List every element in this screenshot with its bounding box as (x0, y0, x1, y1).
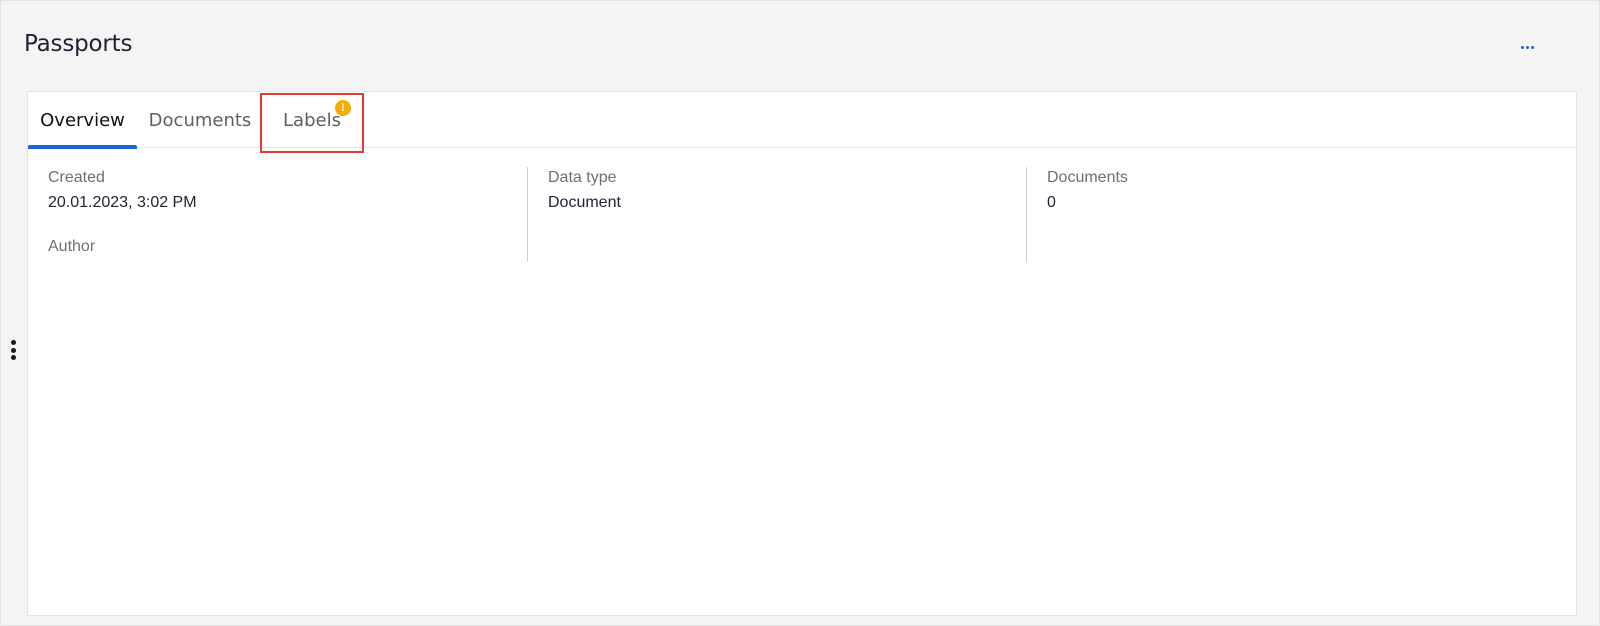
created-value: 20.01.2023, 3:02 PM (48, 194, 197, 211)
vertical-dots-icon-dot (10, 355, 16, 360)
overview-info: Created 20.01.2023, 3:02 PM Author Data … (28, 167, 1576, 262)
info-column-data-type: Data type Document (527, 167, 1026, 262)
created-label: Created (48, 169, 105, 186)
ellipsis-icon (1520, 45, 1524, 49)
info-column-created: Created 20.01.2023, 3:02 PM Author (28, 167, 527, 262)
documents-count: 0 (1047, 194, 1056, 211)
data-type-label: Data type (548, 169, 617, 186)
author-label: Author (48, 238, 96, 255)
vertical-dots-icon-dot (10, 347, 16, 353)
tab-labels[interactable]: Labels (260, 92, 364, 148)
details-card: Overview Documents Labels ! Created 20.0… (27, 91, 1577, 616)
data-type-value: Document (548, 194, 621, 211)
tab-bar: Overview Documents Labels ! (28, 92, 1576, 153)
page-title: Passports (24, 31, 133, 57)
vertical-dots-icon (10, 340, 16, 345)
ellipsis-icon-dot (1525, 45, 1529, 49)
info-column-documents: Documents 0 (1026, 167, 1546, 262)
more-options-button[interactable] (1513, 37, 1541, 57)
page: Passports Overview Documents Labels ! Cr… (0, 0, 1600, 626)
ellipsis-icon-dot (1530, 45, 1534, 49)
tab-documents[interactable]: Documents (146, 92, 254, 148)
warning-icon: ! (335, 100, 351, 116)
tab-overview[interactable]: Overview (28, 92, 137, 149)
documents-label: Documents (1047, 169, 1128, 186)
panel-resize-handle[interactable] (10, 340, 16, 360)
